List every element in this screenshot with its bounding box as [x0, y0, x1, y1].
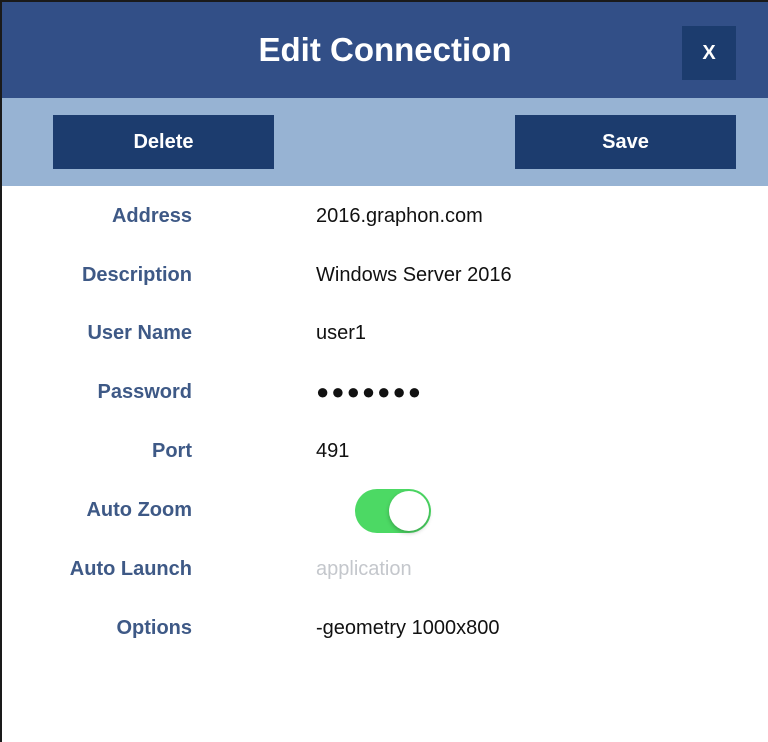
address-row: Address	[2, 196, 768, 236]
options-row: Options	[2, 608, 768, 648]
options-input[interactable]	[316, 608, 736, 648]
options-label: Options	[116, 617, 192, 639]
save-button[interactable]: Save	[515, 115, 736, 169]
port-row: Port	[2, 431, 768, 471]
address-input[interactable]	[316, 196, 736, 236]
port-input[interactable]	[316, 431, 736, 471]
port-label: Port	[152, 440, 192, 462]
auto-launch-label: Auto Launch	[69, 558, 192, 580]
dialog-title: Edit Connection	[258, 31, 512, 68]
username-label: User Name	[87, 322, 192, 344]
toggle-knob	[389, 491, 429, 531]
auto-launch-input[interactable]	[316, 549, 736, 589]
title-bar: Edit Connection X	[2, 2, 768, 98]
delete-button[interactable]: Delete	[53, 115, 274, 169]
password-input[interactable]	[316, 372, 736, 412]
action-toolbar: Delete Save	[2, 98, 768, 186]
auto-launch-row: Auto Launch	[2, 549, 768, 589]
auto-zoom-row: Auto Zoom	[2, 489, 768, 533]
description-row: Description	[2, 255, 768, 295]
description-input[interactable]	[316, 255, 736, 295]
auto-zoom-toggle[interactable]	[355, 489, 431, 533]
username-input[interactable]	[316, 313, 736, 353]
description-label: Description	[81, 264, 192, 286]
address-label: Address	[111, 205, 192, 227]
password-row: Password	[2, 372, 768, 412]
close-button[interactable]: X	[682, 26, 736, 80]
username-row: User Name	[2, 313, 768, 353]
edit-connection-dialog: Edit Connection X Delete Save Address De…	[0, 0, 768, 742]
auto-zoom-label: Auto Zoom	[86, 499, 192, 521]
password-label: Password	[97, 381, 192, 403]
